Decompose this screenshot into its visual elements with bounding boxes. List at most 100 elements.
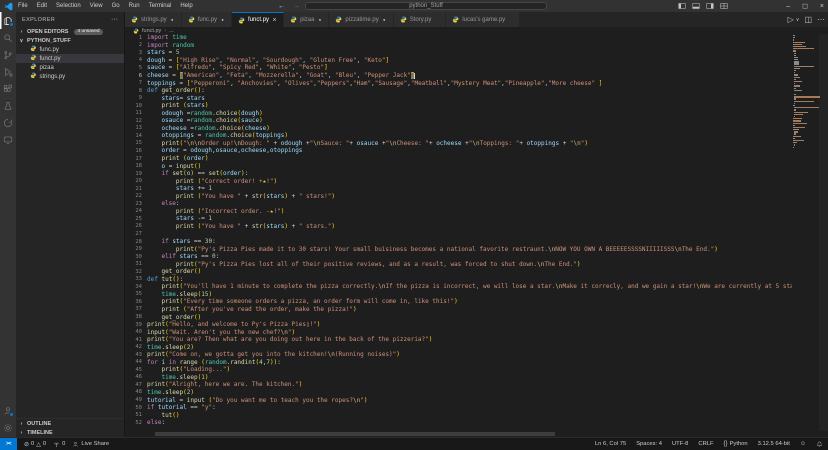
minimize-button[interactable]: – — [786, 3, 790, 10]
timeline-section[interactable]: › TIMELINE — [16, 428, 124, 437]
activity-accounts-icon[interactable] — [0, 402, 16, 419]
code-line-row[interactable]: 7toppings = ["Pepperoni", "Anchovies", "… — [125, 79, 792, 87]
split-editor-icon[interactable]: ◫ — [804, 15, 812, 24]
code-line-row[interactable]: 10 print (stars) — [125, 102, 792, 110]
menu-run[interactable]: Run — [129, 3, 140, 9]
line-number[interactable]: 2 — [125, 42, 147, 48]
activity-remote-explorer-icon[interactable] — [0, 131, 16, 148]
line-number[interactable]: 11 — [125, 110, 147, 116]
code-line-row[interactable]: 52else: — [125, 419, 792, 427]
activity-run-debug-icon[interactable] — [0, 63, 16, 80]
code-line-row[interactable]: 45 print("Loading...") — [125, 366, 792, 374]
line-number[interactable]: 46 — [125, 374, 147, 380]
menu-view[interactable]: View — [90, 3, 103, 9]
problems-indicator[interactable]: ⊘0 △0 — [24, 441, 46, 448]
activity-live-share-icon[interactable] — [0, 114, 16, 131]
line-number[interactable]: 33 — [125, 276, 147, 282]
line-number[interactable]: 43 — [125, 352, 147, 358]
code-line-row[interactable]: 26 print ("You have " + str(stars) + " s… — [125, 223, 792, 231]
line-number[interactable]: 22 — [125, 193, 147, 199]
file-item-strings.py[interactable]: strings.py — [16, 72, 124, 81]
breadcrumb-more[interactable]: ... — [169, 28, 174, 34]
line-number[interactable]: 36 — [125, 299, 147, 305]
feedback-icon[interactable]: ☺ — [800, 441, 806, 447]
line-number[interactable]: 6 — [125, 73, 147, 79]
activity-extensions-icon[interactable] — [0, 80, 16, 97]
tab-func.py[interactable]: func.py● — [182, 12, 232, 27]
toggle-panel-icon[interactable] — [692, 2, 700, 10]
line-number[interactable]: 38 — [125, 314, 147, 320]
tab-pizzatime.py[interactable]: pizzatime.py● — [329, 12, 393, 27]
code-line-row[interactable]: 1import time — [125, 34, 792, 42]
menu-selection[interactable]: Selection — [56, 3, 81, 9]
code-line-row[interactable]: 47print("Alright, here we are. The kitch… — [125, 381, 792, 389]
code-line-row[interactable]: 38 get_order() — [125, 313, 792, 321]
code-line-row[interactable]: 18 o = input() — [125, 162, 792, 170]
code-line-row[interactable]: 14 otoppings = random.choice(toppings) — [125, 132, 792, 140]
code-line-row[interactable]: 28 if stars == 30: — [125, 238, 792, 246]
cursor-position[interactable]: Ln 6, Col 75 — [595, 441, 626, 447]
line-number[interactable]: 25 — [125, 216, 147, 222]
close-button[interactable]: × — [820, 3, 824, 10]
line-number[interactable]: 34 — [125, 284, 147, 290]
code-line-row[interactable]: 24 print ("Incorrect order. -★!") — [125, 208, 792, 216]
code-line-row[interactable]: 33def tut(): — [125, 276, 792, 284]
menu-go[interactable]: Go — [112, 3, 120, 9]
line-number[interactable]: 37 — [125, 306, 147, 312]
eol-sequence[interactable]: CRLF — [698, 441, 713, 447]
line-number[interactable]: 20 — [125, 178, 147, 184]
customize-layout-icon[interactable] — [720, 2, 728, 10]
more-actions-icon[interactable]: ⋯ — [817, 15, 825, 24]
code-line-row[interactable]: 51 tut() — [125, 411, 792, 419]
line-number[interactable]: 30 — [125, 254, 147, 260]
line-number[interactable]: 32 — [125, 269, 147, 275]
code-line-row[interactable]: 37 print ("After you've read the order, … — [125, 306, 792, 314]
file-item-pizaa[interactable]: pizaa — [16, 63, 124, 72]
code-line-row[interactable]: 48time.sleep(2) — [125, 389, 792, 397]
code-line-row[interactable]: 50if tutorial == "y": — [125, 404, 792, 412]
code-line-row[interactable]: 30 elif stars == 0: — [125, 253, 792, 261]
code-line-row[interactable]: 41print("You are? Then what are you doin… — [125, 336, 792, 344]
code-line-row[interactable]: 5sauce = ["Alfredo", "Spicy Red", "White… — [125, 64, 792, 72]
line-number[interactable]: 16 — [125, 148, 147, 154]
line-number[interactable]: 49 — [125, 397, 147, 403]
line-number[interactable]: 9 — [125, 95, 147, 101]
code-line-row[interactable]: 15 print("\n\nOrder up!\nDough: " + odou… — [125, 140, 792, 148]
line-number[interactable]: 18 — [125, 163, 147, 169]
line-number[interactable]: 44 — [125, 359, 147, 365]
line-number[interactable]: 4 — [125, 57, 147, 63]
toggle-secondary-sidebar-icon[interactable] — [706, 2, 714, 10]
code-line-row[interactable]: 19 if set(o) == set(order): — [125, 170, 792, 178]
line-number[interactable]: 24 — [125, 208, 147, 214]
code-line-row[interactable]: 9 stars= stars — [125, 94, 792, 102]
code-line-row[interactable]: 27 — [125, 230, 792, 238]
line-number[interactable]: 23 — [125, 201, 147, 207]
command-center-search[interactable]: python_Stuff — [305, 2, 547, 11]
open-editors-section[interactable]: › OPEN EDITORS 4 unsaved — [16, 27, 124, 36]
code-line-row[interactable]: 3stars = 5 — [125, 49, 792, 57]
code-line-row[interactable]: 6cheese = ["American", "Feta", "Mozzerel… — [125, 72, 792, 80]
line-number[interactable]: 3 — [125, 50, 147, 56]
line-number[interactable]: 5 — [125, 65, 147, 71]
code-line-row[interactable]: 2import random — [125, 42, 792, 50]
code-line-row[interactable]: 23 else: — [125, 200, 792, 208]
language-mode[interactable]: {}Python — [724, 441, 748, 447]
code-line-row[interactable]: 29 print("Py's Pizza Pies made it to 30 … — [125, 245, 792, 253]
line-number[interactable]: 10 — [125, 103, 147, 109]
line-number[interactable]: 51 — [125, 412, 147, 418]
code-line-row[interactable]: 34 print("You'll have 1 minute to comple… — [125, 283, 792, 291]
code-line-row[interactable]: 35 time.sleep(15) — [125, 291, 792, 299]
code-line-row[interactable]: 39print("Hello, and welcome to Py's Pizz… — [125, 321, 792, 329]
menu-file[interactable]: File — [18, 3, 28, 9]
maximize-button[interactable]: ◻ — [802, 2, 808, 10]
line-number[interactable]: 14 — [125, 133, 147, 139]
code-line-row[interactable]: 20 print ("Correct order! +★!") — [125, 177, 792, 185]
line-number[interactable]: 50 — [125, 405, 147, 411]
file-item-func.py[interactable]: func.py — [16, 45, 124, 54]
line-number[interactable]: 21 — [125, 186, 147, 192]
indentation[interactable]: Spaces: 4 — [636, 441, 662, 447]
line-number[interactable]: 17 — [125, 156, 147, 162]
menu-edit[interactable]: Edit — [37, 3, 47, 9]
line-number[interactable]: 29 — [125, 246, 147, 252]
remote-indicator[interactable]: >< — [0, 438, 17, 450]
